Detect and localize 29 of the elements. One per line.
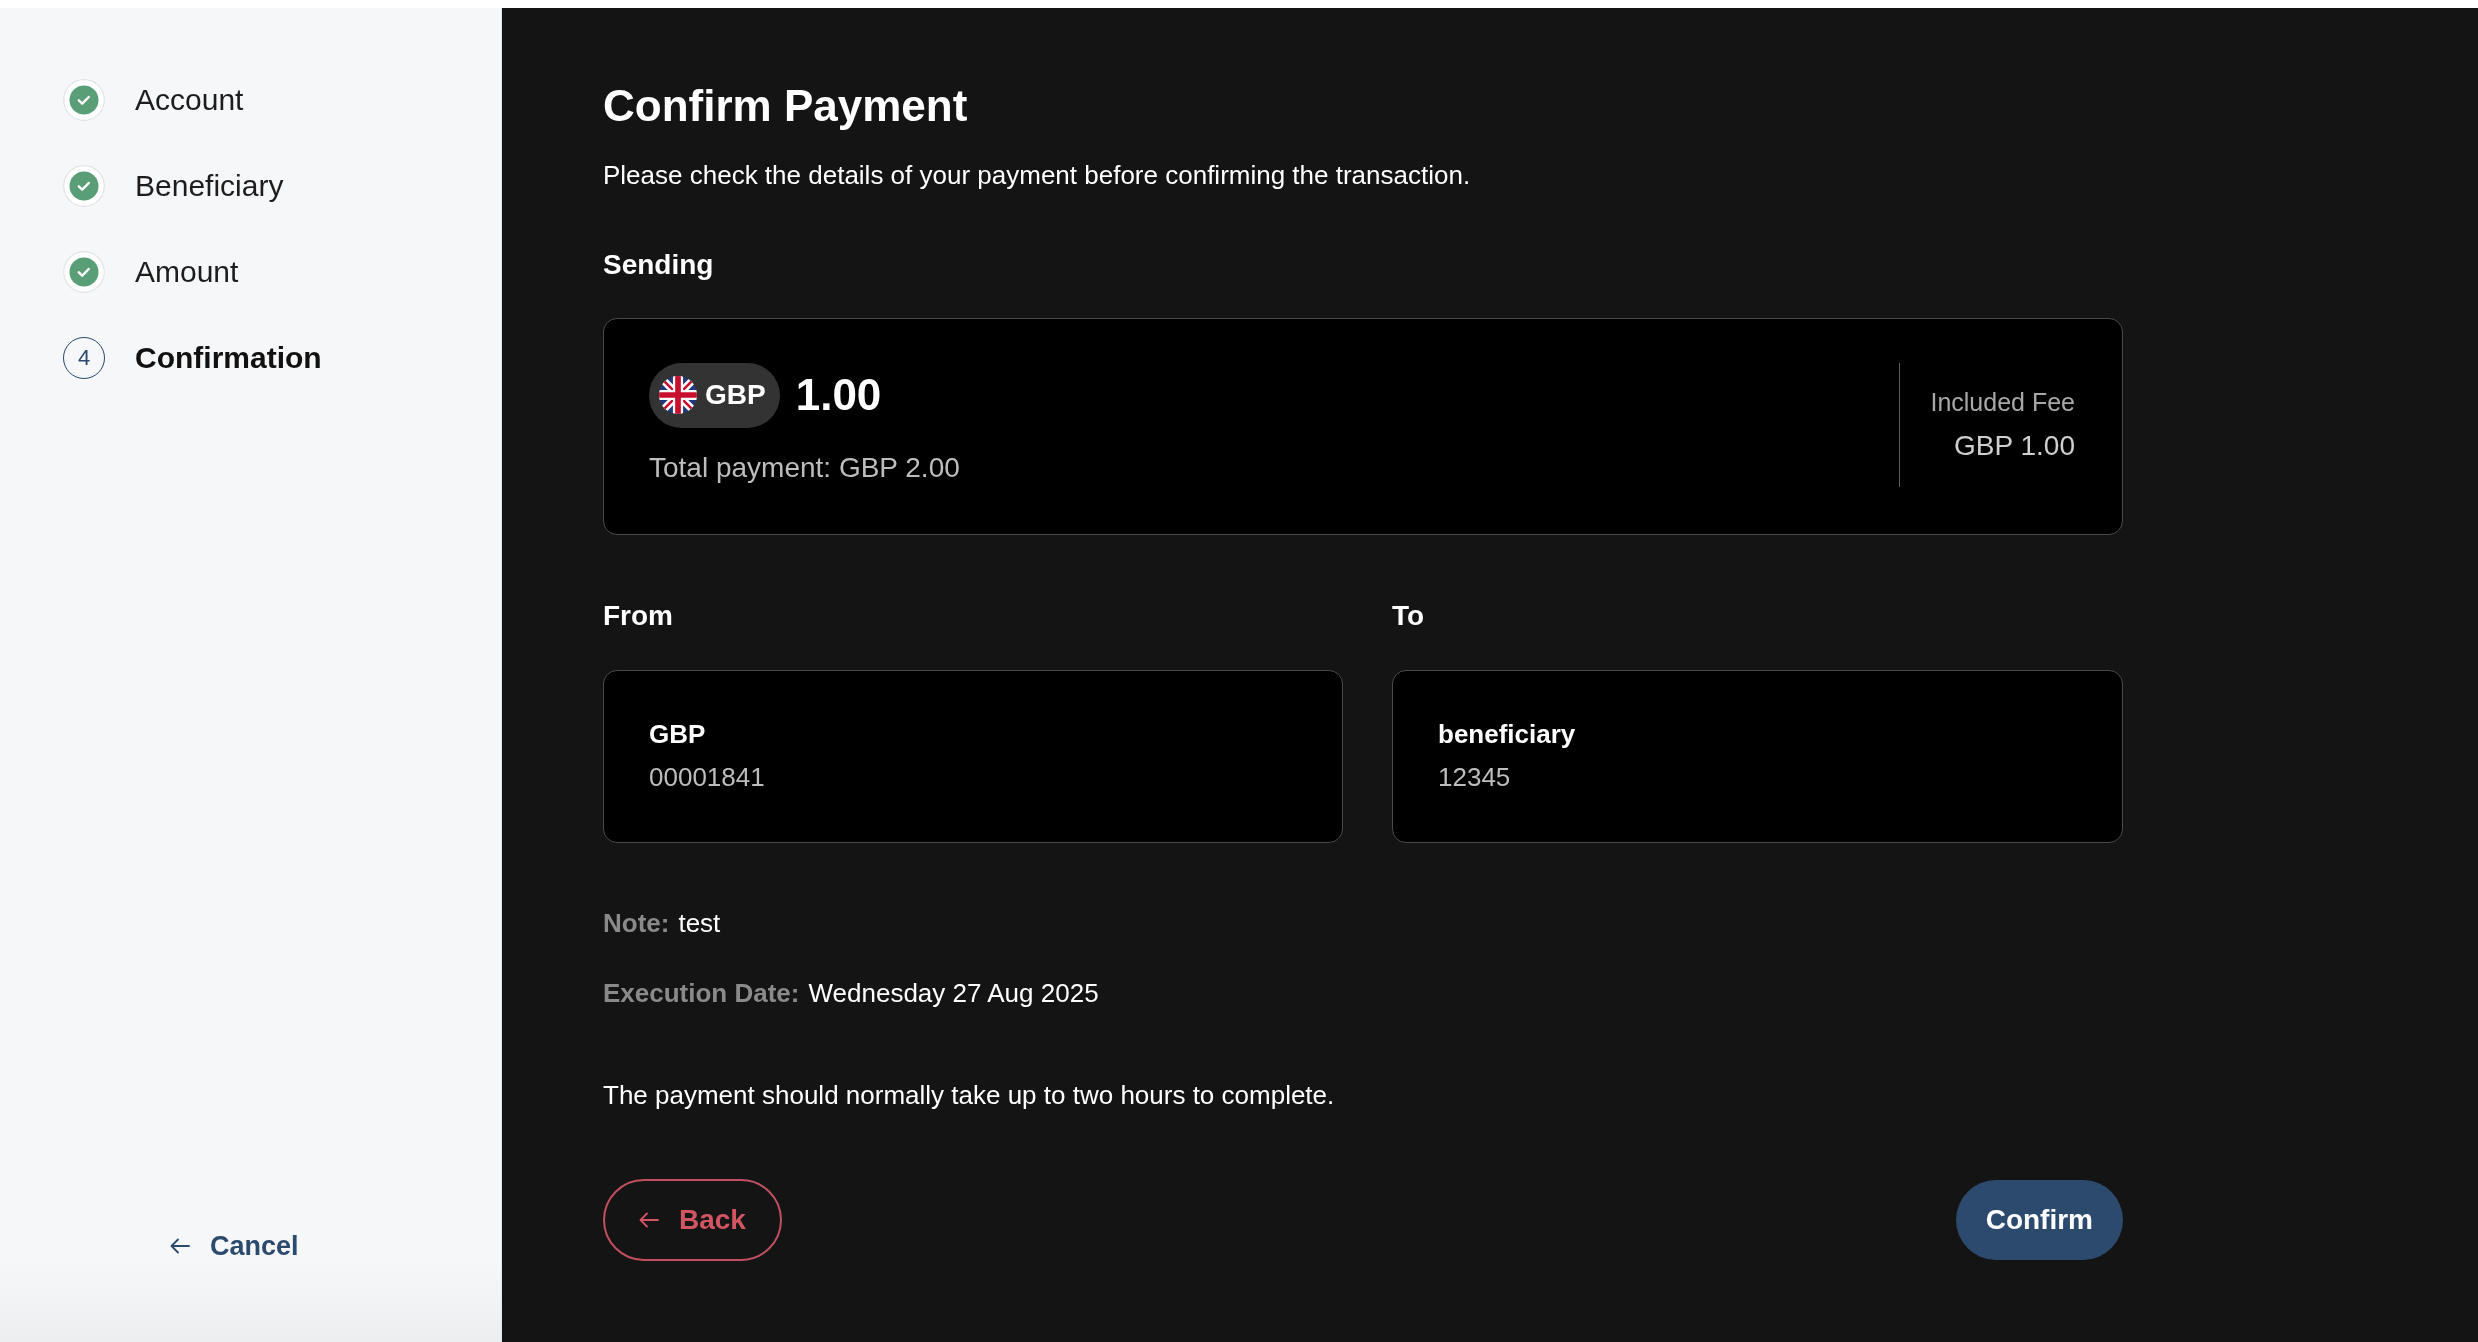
detail-value: Wednesday 27 Aug 2025 xyxy=(808,976,1099,1010)
cancel-link[interactable]: Cancel xyxy=(170,1228,299,1264)
account-number: 12345 xyxy=(1438,761,1512,795)
flag-icon xyxy=(659,376,697,415)
account-name: beneficiary xyxy=(1438,718,1577,751)
section-heading: From xyxy=(603,599,674,633)
section-heading: To xyxy=(1392,599,1426,633)
currency-code: GBP xyxy=(705,381,766,410)
step-label[interactable]: Account xyxy=(135,82,244,118)
total-payment: Total payment: GBP 2.00 xyxy=(649,450,961,485)
detail-value: test xyxy=(678,906,721,940)
step-label[interactable]: Beneficiary xyxy=(135,168,284,204)
back-button[interactable]: Back xyxy=(603,1178,782,1261)
detail-label: Note: xyxy=(603,906,670,940)
section-heading: Sending xyxy=(603,247,715,282)
account-number: 00001841 xyxy=(649,761,766,795)
arrow-left-icon xyxy=(170,1238,190,1255)
account-name: GBP xyxy=(649,718,707,751)
amount-value: 1.00 xyxy=(795,373,882,418)
notice-text: The payment should normally take up to two hours to complete. xyxy=(603,1078,1336,1112)
page-description: Please check the details of your payment before confirming the transaction. xyxy=(603,158,1472,192)
confirm-button[interactable]: Confirm xyxy=(1955,1179,2123,1260)
fee-label: Included Fee xyxy=(1930,386,2075,418)
step-label[interactable]: Confirmation xyxy=(135,340,322,376)
page-title: Confirm Payment xyxy=(603,80,969,132)
detail-label: Execution Date: xyxy=(603,976,800,1010)
fee-value: GBP 1.00 xyxy=(1953,428,2075,463)
arrow-left-icon xyxy=(639,1211,659,1228)
step-label[interactable]: Amount xyxy=(135,254,239,290)
